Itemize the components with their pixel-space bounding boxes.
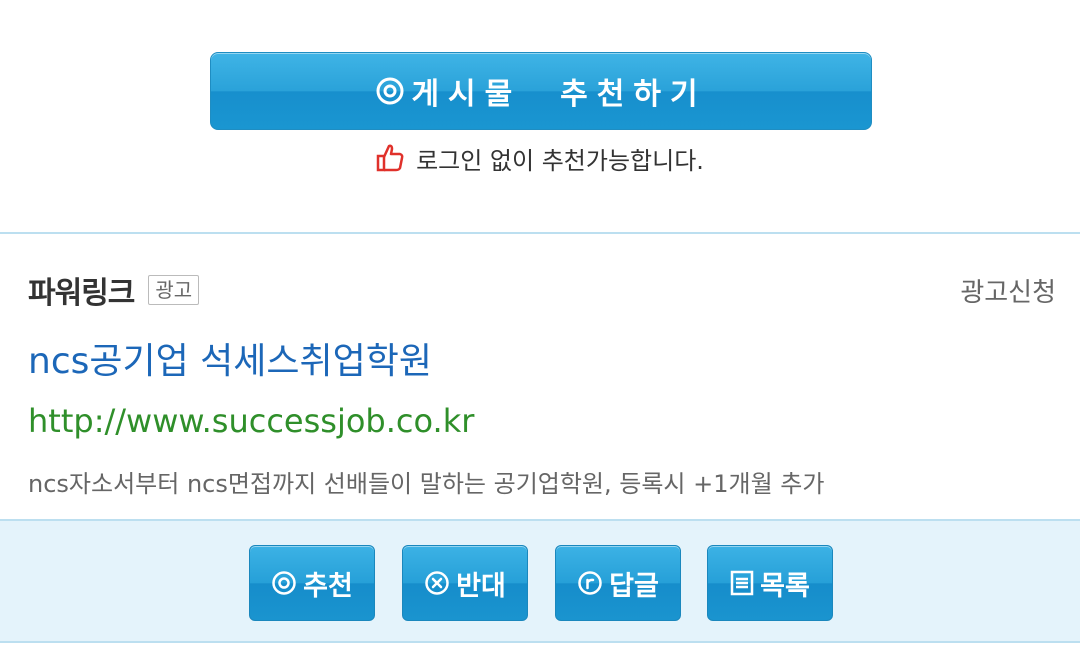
list-button-label: 목록 [760, 570, 810, 602]
recommend-post-label: 게시물 추천하기 [411, 77, 707, 112]
oppose-button[interactable]: 반대 [402, 545, 528, 621]
list-icon [730, 570, 754, 596]
post-action-bar: 추천 반대 답글 목록 [0, 519, 1080, 643]
ad-url-link[interactable]: http://www.successjob.co.kr [28, 402, 474, 440]
recommend-note-text: 로그인 없이 추천가능합니다. [416, 146, 704, 175]
recommend-button[interactable]: 추천 [249, 545, 375, 621]
recommend-button-label: 추천 [303, 570, 353, 602]
ad-title-link[interactable]: ncs공기업 석세스취업학원 [28, 332, 432, 384]
reply-button-label: 답글 [609, 570, 659, 602]
circle-dot-icon [375, 76, 405, 106]
ad-header: 파워링크 광고 [28, 268, 200, 312]
ad-description: ncs자소서부터 ncs면접까지 선배들이 말하는 공기업학원, 등록시 +1개… [28, 470, 825, 498]
ad-section-title: 파워링크 [28, 276, 135, 311]
list-button[interactable]: 목록 [707, 545, 833, 621]
power-link-ad: 파워링크 광고 광고신청 ncs공기업 석세스취업학원 http://www.s… [0, 234, 1080, 519]
ad-badge: 광고 [148, 275, 200, 305]
thumbs-up-icon [376, 143, 404, 173]
recommend-note: 로그인 없이 추천가능합니다. [0, 140, 1080, 176]
circle-dot-icon [271, 570, 297, 596]
oppose-button-label: 반대 [456, 570, 506, 602]
reply-button[interactable]: 답글 [555, 545, 681, 621]
circle-x-icon [424, 570, 450, 596]
recommend-section: 게시물 추천하기 로그인 없이 추천가능합니다. [0, 0, 1080, 232]
circle-r-icon [577, 570, 603, 596]
ad-apply-link[interactable]: 광고신청 [960, 272, 1056, 309]
recommend-post-button[interactable]: 게시물 추천하기 [210, 52, 872, 130]
